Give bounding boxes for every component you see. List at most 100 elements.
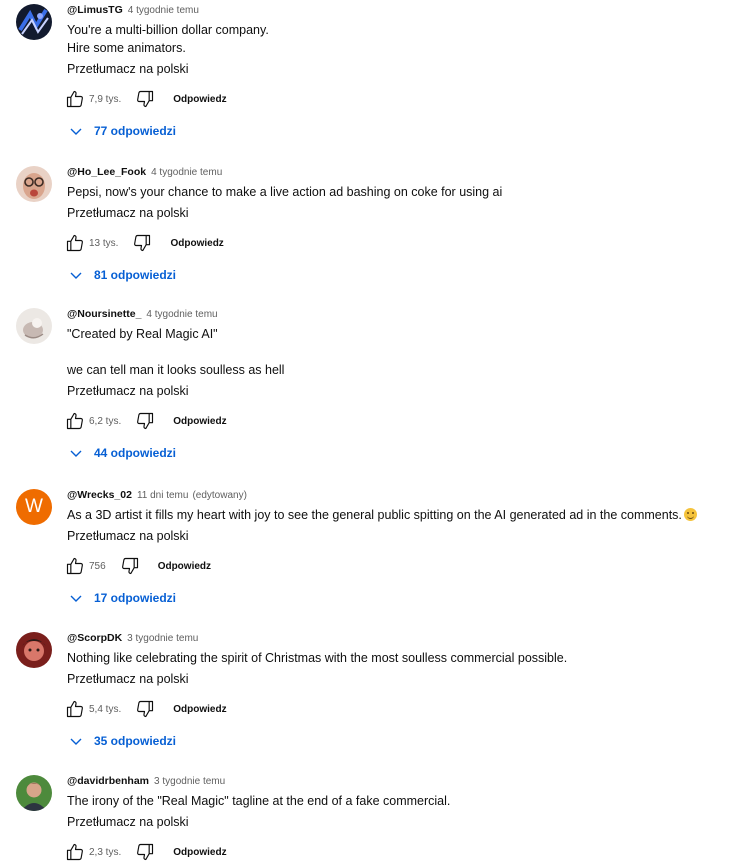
thumb-down-icon — [137, 90, 154, 108]
comment-timestamp[interactable]: 11 dni temu — [137, 488, 189, 504]
dislike-button[interactable] — [130, 231, 154, 255]
avatar[interactable] — [16, 632, 52, 668]
thumb-down-icon — [137, 412, 154, 430]
comment-actions: 6,2 tys. Odpowiedz — [63, 409, 741, 433]
thumb-up-icon — [66, 234, 83, 252]
comment-text: Pepsi, now's your chance to make a live … — [67, 183, 741, 201]
reply-button[interactable]: Odpowiedz — [173, 94, 226, 105]
like-count: 13 tys. — [89, 237, 119, 249]
reply-button[interactable]: Odpowiedz — [173, 416, 226, 427]
like-button[interactable] — [63, 554, 87, 578]
translate-link[interactable]: Przetłumacz na polski — [67, 670, 741, 688]
view-replies-button[interactable]: 44 odpowiedzi — [69, 443, 741, 463]
avatar[interactable] — [16, 775, 52, 811]
comment-author[interactable]: @LimusTG — [67, 2, 123, 18]
comment-text: As a 3D artist it fills my heart with jo… — [67, 506, 741, 524]
man-photo-avatar-icon — [16, 775, 52, 811]
comment-text-line: As a 3D artist it fills my heart with jo… — [67, 506, 741, 524]
comment-text-line: Hire some animators. — [67, 41, 186, 55]
comment-actions: 756 Odpowiedz — [63, 554, 741, 578]
comment-timestamp[interactable]: 4 tygodnie temu — [151, 165, 222, 181]
chevron-down-icon — [70, 595, 82, 602]
translate-link[interactable]: Przetłumacz na polski — [67, 204, 741, 222]
view-replies-button[interactable]: 81 odpowiedzi — [69, 265, 741, 285]
chevron-down-icon — [70, 272, 82, 279]
thumb-down-icon — [134, 234, 151, 252]
thumb-up-icon — [66, 412, 83, 430]
like-button[interactable] — [63, 87, 87, 111]
smile-emoji-icon — [683, 508, 697, 521]
comment-author[interactable]: @Noursinette_ — [67, 306, 141, 322]
replies-count: 17 odpowiedzi — [94, 591, 177, 605]
comment-timestamp[interactable]: 4 tygodnie temu — [146, 307, 217, 323]
comment-author[interactable]: @Ho_Lee_Fook — [67, 164, 146, 180]
replies-count: 77 odpowiedzi — [94, 124, 177, 138]
pale-figure-avatar-icon — [16, 308, 52, 344]
dark-abstract-avatar-icon — [16, 4, 52, 40]
comment-text-line: Pepsi, now's your chance to make a live … — [67, 185, 503, 199]
reply-button[interactable]: Odpowiedz — [170, 238, 223, 249]
replies-count: 35 odpowiedzi — [94, 734, 177, 748]
chevron-down-icon — [70, 450, 82, 457]
comment-text-line — [67, 343, 741, 361]
comment-timestamp[interactable]: 4 tygodnie temu — [128, 3, 199, 19]
view-replies-button[interactable]: 17 odpowiedzi — [69, 588, 741, 608]
like-button[interactable] — [63, 697, 87, 721]
thumb-down-icon — [121, 557, 138, 575]
avatar[interactable] — [16, 4, 52, 40]
dislike-button[interactable] — [133, 87, 157, 111]
translate-link[interactable]: Przetłumacz na polski — [67, 60, 741, 78]
dislike-button[interactable] — [133, 840, 157, 864]
like-count: 7,9 tys. — [89, 93, 122, 105]
like-count: 6,2 tys. — [89, 415, 122, 427]
view-replies-button[interactable]: 35 odpowiedzi — [69, 731, 741, 751]
view-replies-button[interactable]: 77 odpowiedzi — [69, 121, 741, 141]
comment-text-line: You're a multi-billion dollar company. — [67, 23, 269, 37]
translate-link[interactable]: Przetłumacz na polski — [67, 527, 741, 545]
avatar[interactable] — [16, 308, 52, 344]
comment-text: "Created by Real Magic AI" we can tell m… — [67, 325, 741, 379]
comment-actions: 13 tys. Odpowiedz — [63, 231, 741, 255]
thumb-down-icon — [137, 843, 154, 861]
like-count: 756 — [89, 560, 106, 572]
comment-author[interactable]: @Wrecks_02 — [67, 487, 132, 503]
comment-text: You're a multi-billion dollar company. H… — [67, 21, 741, 57]
thumb-up-icon — [66, 557, 83, 575]
face-glasses-avatar-icon — [16, 166, 52, 202]
like-button[interactable] — [63, 231, 87, 255]
comment-text-line: we can tell man it looks soulless as hel… — [67, 363, 285, 377]
like-button[interactable] — [63, 409, 87, 433]
comment-text-content: As a 3D artist it fills my heart with jo… — [67, 508, 682, 522]
comment-author[interactable]: @ScorpDK — [67, 630, 122, 646]
chevron-down-icon — [70, 128, 82, 135]
edited-label: (edytowany) — [192, 490, 247, 501]
reply-button[interactable]: Odpowiedz — [173, 847, 226, 858]
thumb-up-icon — [66, 90, 83, 108]
avatar[interactable]: W — [16, 489, 52, 525]
thumb-up-icon — [66, 700, 83, 718]
letter-avatar-icon: W — [25, 496, 43, 517]
comment-actions: 2,3 tys. Odpowiedz — [63, 840, 741, 864]
like-count: 5,4 tys. — [89, 703, 122, 715]
comment-timestamp[interactable]: 3 tygodnie temu — [154, 774, 225, 790]
red-character-avatar-icon — [16, 632, 52, 668]
dislike-button[interactable] — [118, 554, 142, 578]
dislike-button[interactable] — [133, 697, 157, 721]
comment-text-line: Nothing like celebrating the spirit of C… — [67, 651, 568, 665]
translate-link[interactable]: Przetłumacz na polski — [67, 382, 741, 400]
replies-count: 44 odpowiedzi — [94, 446, 177, 460]
reply-button[interactable]: Odpowiedz — [173, 704, 226, 715]
reply-button[interactable]: Odpowiedz — [158, 561, 211, 572]
comment-actions: 7,9 tys. Odpowiedz — [63, 87, 741, 111]
comment-author[interactable]: @davidrbenham — [67, 773, 149, 789]
like-count: 2,3 tys. — [89, 846, 122, 858]
comment-text: Nothing like celebrating the spirit of C… — [67, 649, 741, 667]
dislike-button[interactable] — [133, 409, 157, 433]
translate-link[interactable]: Przetłumacz na polski — [67, 813, 741, 831]
replies-count: 81 odpowiedzi — [94, 268, 177, 282]
comment-text-line: "Created by Real Magic AI" — [67, 327, 218, 341]
comment-text: The irony of the "Real Magic" tagline at… — [67, 792, 741, 810]
like-button[interactable] — [63, 840, 87, 864]
avatar[interactable] — [16, 166, 52, 202]
comment-timestamp[interactable]: 3 tygodnie temu — [127, 631, 198, 647]
